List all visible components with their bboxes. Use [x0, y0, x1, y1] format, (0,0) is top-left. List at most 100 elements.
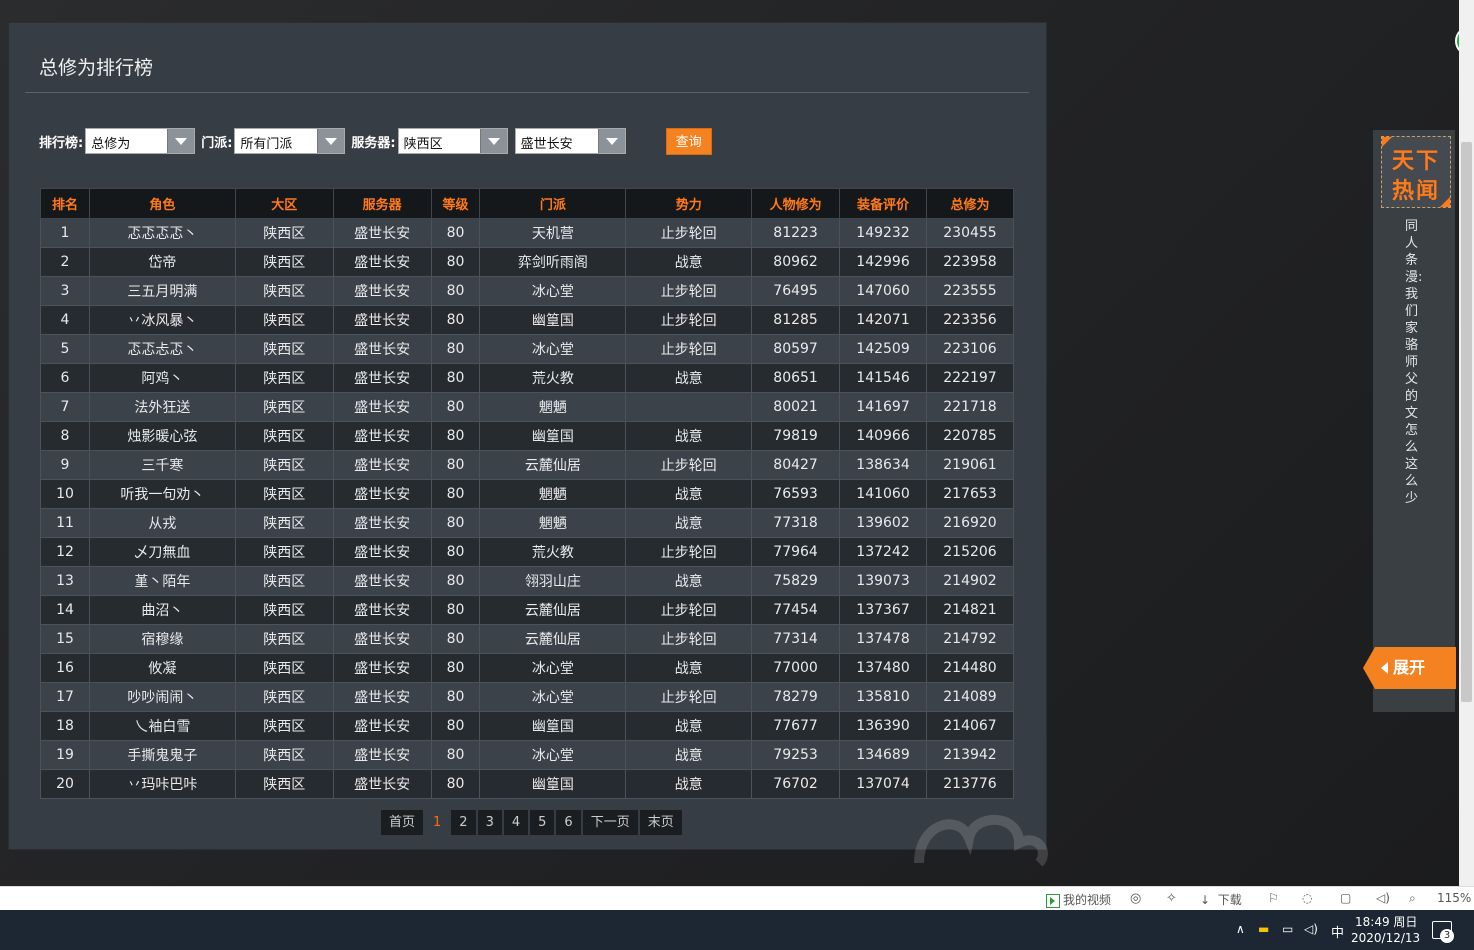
my-video-button[interactable]: 我的视频 — [1046, 891, 1111, 908]
cell-faction: 止步轮回 — [625, 305, 753, 335]
window-icon[interactable]: ▢ — [1340, 891, 1351, 905]
header-server: 服务器 — [332, 188, 432, 219]
page-next-button[interactable]: 下一页 — [582, 810, 638, 835]
cell-rank: 3 — [40, 276, 90, 306]
page-3-button[interactable]: 3 — [477, 810, 502, 835]
cell-char-cultivation: 81223 — [751, 218, 841, 248]
cell-total-cultivation: 214902 — [926, 566, 1014, 596]
cell-level: 80 — [430, 537, 481, 567]
cell-region: 陕西区 — [234, 682, 334, 712]
cell-gear-score: 139602 — [839, 508, 927, 538]
title-divider — [25, 92, 1029, 93]
zoom-level[interactable]: 115% — [1437, 891, 1471, 905]
volume-icon[interactable]: ◁) — [1304, 922, 1318, 936]
cell-server: 盛世长安 — [332, 305, 432, 335]
cell-sect: 云麓仙居 — [479, 595, 627, 625]
cell-total-cultivation: 223555 — [926, 276, 1014, 306]
cell-character: 法外狂送 — [88, 392, 236, 422]
cell-sect: 冰心堂 — [479, 334, 627, 364]
region-select[interactable]: 陕西区 — [397, 128, 508, 154]
cell-level: 80 — [430, 566, 481, 596]
cell-rank: 20 — [40, 769, 90, 799]
pagination: 首页 1 2 3 4 5 6 下一页 末页 — [381, 810, 684, 835]
rank-select[interactable]: 总修为 — [85, 128, 196, 154]
page-6-button[interactable]: 6 — [556, 810, 581, 835]
header-total-cultivation: 总修为 — [926, 188, 1014, 219]
server-select[interactable]: 盛世长安 — [514, 128, 626, 154]
page-2-button[interactable]: 2 — [451, 810, 476, 835]
cell-total-cultivation: 214480 — [926, 653, 1014, 683]
network-icon[interactable]: ▭ — [1282, 922, 1293, 936]
cell-char-cultivation: 77677 — [751, 711, 841, 741]
cell-region: 陕西区 — [234, 305, 334, 335]
cell-rank: 13 — [40, 566, 90, 596]
clock-time[interactable]: 18:49 周日 — [1355, 913, 1417, 930]
query-button[interactable]: 查询 — [665, 127, 712, 155]
chevron-up-icon[interactable]: ∧ — [1236, 922, 1245, 936]
header-faction: 势力 — [625, 188, 753, 219]
cell-faction: 战意 — [625, 711, 753, 741]
chevron-down-icon[interactable] — [597, 129, 625, 153]
cell-faction: 战意 — [625, 421, 753, 451]
cell-level: 80 — [430, 392, 481, 422]
chevron-down-icon[interactable] — [167, 129, 195, 153]
cell-level: 80 — [430, 334, 481, 364]
pin-icon[interactable]: ✧ — [1166, 891, 1177, 906]
cell-total-cultivation: 216920 — [926, 508, 1014, 538]
region-select-value: 陕西区 — [403, 137, 443, 152]
cell-server: 盛世长安 — [332, 566, 432, 596]
clock-date[interactable]: 2020/12/13 — [1351, 931, 1420, 945]
cell-faction: 止步轮回 — [625, 682, 753, 712]
cell-sect: 冰心堂 — [479, 740, 627, 770]
cell-server: 盛世长安 — [332, 247, 432, 277]
cell-level: 80 — [430, 450, 481, 480]
chevron-down-icon[interactable] — [317, 129, 345, 153]
page-last-button[interactable]: 末页 — [639, 810, 682, 835]
zoom-icon[interactable]: ⌕ — [1409, 891, 1416, 906]
cell-sect: 冰心堂 — [479, 653, 627, 683]
cell-region: 陕西区 — [234, 711, 334, 741]
cell-level: 80 — [430, 421, 481, 451]
cell-sect: 冰心堂 — [479, 682, 627, 712]
flag-icon[interactable]: ⚐ — [1268, 891, 1279, 905]
chevron-down-icon[interactable] — [479, 129, 507, 153]
news-headline-link[interactable]: 同人条漫:我们家骆师父的文怎么这么少 — [1405, 218, 1423, 507]
cell-level: 80 — [430, 218, 481, 248]
table-header-row: 排名 角色 大区 服务器 等级 门派 势力 人物修为 装备评价 总修为 — [40, 188, 1014, 219]
cell-character: 宿穆缘 — [88, 624, 236, 654]
cell-server: 盛世长安 — [332, 740, 432, 770]
expand-button[interactable]: 展开 — [1363, 647, 1456, 689]
cell-rank: 15 — [40, 624, 90, 654]
cell-region: 陕西区 — [234, 508, 334, 538]
cell-total-cultivation: 219061 — [926, 450, 1014, 480]
header-character: 角色 — [88, 188, 236, 219]
download-button[interactable]: ↓ 下载 — [1200, 891, 1242, 908]
cell-gear-score: 149232 — [839, 218, 927, 248]
cell-sect: 云麓仙居 — [479, 624, 627, 654]
speaker-icon[interactable]: ◁) — [1376, 891, 1390, 905]
page-first-button[interactable]: 首页 — [381, 810, 424, 835]
cell-character: 三五月明满 — [88, 276, 236, 306]
news-logo[interactable]: 天下 热闻 — [1381, 136, 1451, 208]
cell-rank: 5 — [40, 334, 90, 364]
browser-icon[interactable]: ◌ — [1302, 891, 1312, 905]
cell-sect: 幽篁国 — [479, 305, 627, 335]
page-5-button[interactable]: 5 — [530, 810, 555, 835]
cell-sect: 荒火教 — [479, 363, 627, 393]
cell-rank: 6 — [40, 363, 90, 393]
page-4-button[interactable]: 4 — [503, 810, 529, 835]
speed-icon[interactable]: ◎ — [1130, 891, 1141, 906]
video-icon — [1046, 893, 1060, 908]
page-title: 总修为排行榜 — [39, 57, 154, 79]
sect-select[interactable]: 所有门派 — [234, 128, 346, 154]
table-row: 4 丷冰风暴丶 陕西区 盛世长安 80 幽篁国 止步轮回 81285 142071 223356 — [40, 305, 1014, 335]
cell-character: 攸凝 — [88, 653, 236, 683]
header-sect: 门派 — [479, 188, 627, 219]
cell-char-cultivation: 76702 — [751, 769, 841, 799]
scrollbar-thumb[interactable] — [1461, 142, 1472, 702]
page-current: 1 — [433, 815, 442, 830]
folder-icon[interactable]: ▬ — [1258, 922, 1269, 936]
cell-char-cultivation: 80597 — [751, 334, 841, 364]
ime-indicator[interactable]: 中 — [1331, 922, 1344, 941]
cell-gear-score: 135810 — [839, 682, 927, 712]
